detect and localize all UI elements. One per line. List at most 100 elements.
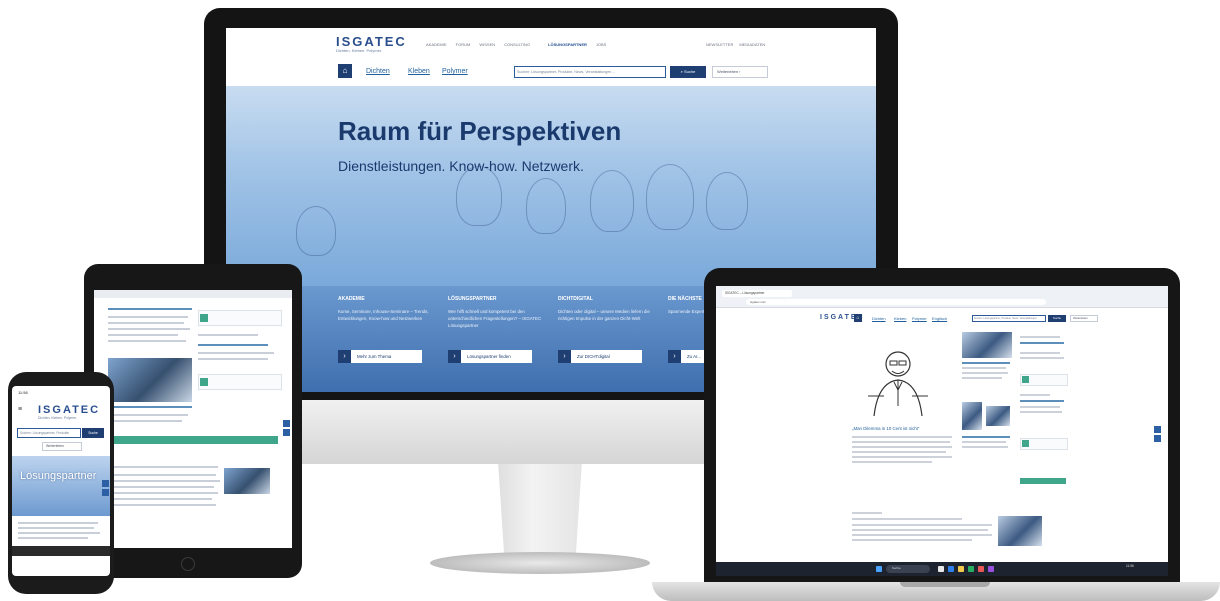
article-title[interactable]: „Man Dilemma in 10 Cent ist nicht“: [852, 426, 919, 431]
start-icon[interactable]: [876, 566, 882, 572]
phone-url-bar[interactable]: [12, 546, 110, 556]
side-mail-icon[interactable]: [283, 429, 290, 436]
laptop-link-line[interactable]: [1020, 400, 1064, 402]
laptop-text-line: [962, 441, 1006, 443]
card-button[interactable]: › Lösungspartner finden: [448, 350, 532, 363]
side-mail-icon[interactable]: [102, 489, 109, 496]
monitor-base: [430, 552, 650, 574]
utility-mediadaten[interactable]: MEDIADATEN: [739, 42, 765, 47]
tablet-link[interactable]: [108, 308, 192, 310]
laptop-link-line[interactable]: [1020, 342, 1064, 344]
taskbar-app-icon[interactable]: [958, 566, 964, 572]
sketch-person-icon: [706, 172, 748, 230]
main-nav: AKADEMIE FORUM WISSEN CONSULTING LÖSUNGS…: [426, 42, 606, 47]
tablet-green-bar[interactable]: [108, 436, 278, 444]
side-share-icon[interactable]: [102, 480, 109, 487]
tablet-article-image[interactable]: [108, 358, 192, 402]
card-button[interactable]: › Mehr zum Thema: [338, 350, 422, 363]
laptop-link-line[interactable]: [962, 362, 1010, 364]
home-icon[interactable]: ⌂: [338, 64, 352, 78]
taskbar-app-icon[interactable]: [968, 566, 974, 572]
laptop-text-line: [962, 377, 1002, 379]
side-mail-icon[interactable]: [1154, 435, 1161, 442]
search-button[interactable]: ⌕ Suche: [670, 66, 706, 78]
phone-text-line: [18, 537, 88, 539]
laptop-article-image[interactable]: [998, 516, 1042, 546]
more-button[interactable]: Weiterleiten ›: [712, 66, 768, 78]
nav-item-jobs[interactable]: JOBS: [596, 42, 606, 47]
laptop-green-icon[interactable]: [1022, 376, 1029, 383]
search-input[interactable]: Suchen: Lösungspartner, Produkte, News, …: [972, 315, 1046, 322]
address-bar[interactable]: isgatec.com: [746, 299, 1046, 305]
card-button[interactable]: › Zur DICHTdigital: [558, 350, 642, 363]
tablet-text-line: [108, 492, 218, 494]
laptop-article-image[interactable]: [962, 332, 1012, 358]
tab-dichten[interactable]: Dichten: [872, 316, 886, 321]
side-share-icon[interactable]: [1154, 426, 1161, 433]
phone-text-line: [18, 527, 94, 529]
browser-tab[interactable]: ISGATEC – Lösungspartner: [722, 290, 792, 297]
tablet-link[interactable]: [198, 344, 268, 346]
search-input[interactable]: Suchen: Lösungspartner, Produkte, News, …: [514, 66, 666, 78]
laptop-text-line: [1020, 357, 1064, 359]
chevron-right-icon: ›: [338, 350, 351, 363]
tablet-text-line: [108, 420, 182, 422]
card-loesungspartner: LÖSUNGSPARTNER Wer hilft schnell und kom…: [448, 296, 546, 363]
desktop-toolbar: ⌂ Dichten Kleben Polymer Suchen: Lösungs…: [226, 60, 876, 86]
taskbar-search[interactable]: Suche: [886, 565, 930, 573]
tablet-link[interactable]: [108, 406, 192, 408]
desktop-header: ISGATEC Dichten. Kleben. Polymer. AKADEM…: [226, 28, 876, 58]
nav-item-consulting[interactable]: CONSULTING: [504, 42, 530, 47]
nav-item-forum[interactable]: FORUM: [456, 42, 471, 47]
tablet-home-button[interactable]: [181, 557, 195, 571]
tablet-status-bar: [94, 290, 292, 298]
search-button[interactable]: Suche: [82, 428, 104, 438]
laptop-green-bar[interactable]: [1020, 478, 1066, 484]
laptop-link-line[interactable]: [962, 436, 1010, 438]
laptop-green-icon[interactable]: [1022, 440, 1029, 447]
search-input[interactable]: Suchen: Lösungspartner, Produkte: [17, 428, 81, 438]
nav-item-loesungspartner[interactable]: LÖSUNGSPARTNER: [548, 42, 587, 47]
laptop-text-line: [852, 518, 962, 520]
tab-kleben[interactable]: Kleben: [894, 316, 906, 321]
sketch-person-icon: [590, 170, 634, 232]
utility-nav: NEWSLETTER MEDIADATEN: [706, 42, 765, 47]
home-icon[interactable]: ⌂: [854, 314, 862, 322]
tablet-text-line: [108, 504, 216, 506]
laptop-text-line: [852, 534, 992, 536]
tablet-side-box: [198, 310, 282, 326]
utility-newsletter[interactable]: NEWSLETTER: [706, 42, 733, 47]
sketch-person-icon: [296, 206, 336, 256]
tab-englisch[interactable]: Englisch: [932, 316, 947, 321]
taskbar-app-icon[interactable]: [948, 566, 954, 572]
search-button[interactable]: Suche: [1048, 315, 1066, 322]
tab-polymer[interactable]: Polymer: [912, 316, 927, 321]
tab-polymer[interactable]: Polymer: [442, 68, 468, 75]
tablet-article-image[interactable]: [224, 468, 270, 494]
side-share-icon[interactable]: [283, 420, 290, 427]
taskbar-app-icon[interactable]: [978, 566, 984, 572]
laptop-text-line: [1020, 394, 1050, 396]
brand-logo[interactable]: ISGATEC: [336, 34, 407, 49]
tab-kleben[interactable]: Kleben: [408, 68, 430, 75]
more-button[interactable]: Weiterleiten: [1070, 315, 1098, 322]
taskbar-app-icon[interactable]: [938, 566, 944, 572]
laptop-article-image[interactable]: [986, 406, 1010, 426]
more-button[interactable]: Weiterleiten: [42, 442, 82, 451]
os-taskbar: Suche 11:56: [716, 562, 1168, 576]
tablet-green-icon[interactable]: [200, 378, 208, 386]
hero-subtitle: Dienstleistungen. Know-how. Netzwerk.: [338, 158, 584, 174]
tablet-green-icon[interactable]: [200, 314, 208, 322]
hero-banner: Raum für Perspektiven Dienstleistungen. …: [226, 86, 876, 286]
nav-item-akademie[interactable]: AKADEMIE: [426, 42, 447, 47]
menu-icon[interactable]: ≡: [18, 406, 22, 413]
tablet-text-line: [108, 486, 214, 488]
laptop-text-line: [852, 539, 972, 541]
taskbar-app-icon[interactable]: [988, 566, 994, 572]
laptop-article-image[interactable]: [962, 402, 982, 430]
tab-dichten[interactable]: Dichten: [366, 68, 390, 75]
brand-logo[interactable]: ISGATEC: [38, 404, 100, 416]
phone-screen: 11:56 ≡ ISGATEC Dichten. Kleben. Polymer…: [12, 386, 110, 576]
nav-item-wissen[interactable]: WISSEN: [479, 42, 495, 47]
laptop-text-line: [852, 441, 950, 443]
